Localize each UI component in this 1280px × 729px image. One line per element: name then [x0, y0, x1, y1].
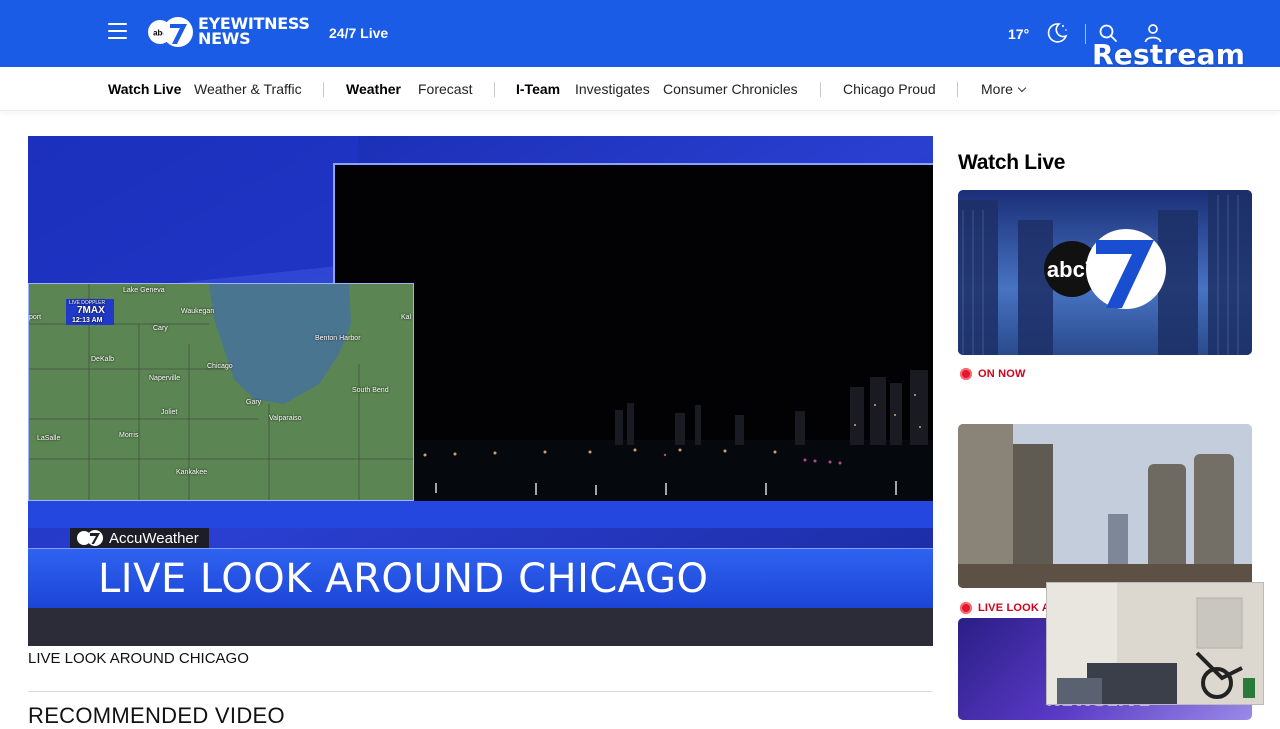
map-place: Kal	[401, 314, 412, 321]
map-place: Chicago	[207, 363, 233, 370]
doppler-radar-map: LIVE DOPPLER 7MAX 12:13 AM Lake Geneva W…	[28, 283, 414, 501]
webcam-feed-image	[1047, 583, 1263, 704]
map-place: Benton Harbor	[315, 335, 361, 342]
nav-weather[interactable]: Weather	[346, 81, 401, 97]
skyline-image	[335, 165, 933, 501]
temperature[interactable]: 17°	[1008, 26, 1029, 42]
sidebar-title: Watch Live	[958, 151, 1066, 174]
marina-towers-thumbnail	[958, 424, 1252, 588]
chicago-skyline-camera	[333, 163, 933, 501]
webcam-overlay	[1046, 582, 1264, 705]
nav-chicago-proud[interactable]: Chicago Proud	[843, 81, 936, 97]
section-nav: Watch Live Weather & Traffic Weather For…	[0, 67, 1280, 111]
recommended-video-heading: RECOMMENDED VIDEO	[28, 703, 285, 728]
map-place: Joliet	[161, 409, 178, 416]
live-look-card[interactable]	[958, 424, 1252, 588]
logo-wordmark: EYEWITNESS NEWS	[198, 16, 310, 48]
header-divider	[1085, 24, 1086, 44]
on-now-badge: ON NOW	[960, 368, 1026, 380]
map-place: Kankakee	[176, 469, 208, 476]
map-place: DeKalb	[91, 356, 114, 363]
top-header: abc EYEWITNESS NEWS 24/7 Live 17° Restre…	[0, 0, 1280, 71]
chevron-down-icon	[1017, 83, 1027, 93]
on-now-label: ON NOW	[978, 368, 1026, 380]
nav-watch-live[interactable]: Watch Live	[108, 81, 181, 97]
nav-separator	[957, 82, 958, 97]
nav-separator	[820, 82, 821, 97]
menu-icon[interactable]	[108, 23, 127, 41]
map-place: South Bend	[352, 387, 389, 394]
live-look-badge: LIVE LOOK A	[960, 602, 1050, 614]
map-place: Valparaiso	[269, 415, 302, 422]
player-controls-bar[interactable]	[28, 608, 933, 646]
map-place: Cary	[153, 325, 168, 332]
nav-i-team[interactable]: I-Team	[516, 81, 560, 97]
abc7-logo-icon: abc	[148, 17, 193, 47]
nav-separator	[323, 82, 324, 97]
map-place: Naperville	[149, 375, 181, 382]
live-dot-icon	[960, 368, 972, 380]
map-place: Lake Geneva	[123, 287, 165, 294]
logo-line-2: NEWS	[198, 29, 251, 48]
moon-cloud-icon[interactable]	[1045, 21, 1069, 45]
radar-brand: 7MAX	[77, 305, 105, 316]
live-dot-icon	[960, 602, 972, 614]
live-stream-card[interactable]: abc7	[958, 190, 1252, 355]
video-player[interactable]: LIVE DOPPLER 7MAX 12:13 AM Lake Geneva W…	[28, 136, 933, 646]
nav-separator	[494, 82, 495, 97]
nav-weather-traffic[interactable]: Weather & Traffic	[194, 81, 302, 97]
live-247-link[interactable]: 24/7 Live	[329, 25, 388, 41]
headline-lower-third: LIVE LOOK AROUND CHICAGO	[28, 548, 933, 608]
map-place: Morris	[119, 432, 139, 439]
headline-text: LIVE LOOK AROUND CHICAGO	[98, 556, 709, 602]
accuweather-label: AccuWeather	[109, 529, 199, 547]
nav-consumer-chronicles[interactable]: Consumer Chronicles	[663, 81, 798, 97]
nav-more-label: More	[981, 81, 1013, 97]
radar-time: 12:13 AM	[72, 317, 103, 324]
station-logo[interactable]: abc EYEWITNESS NEWS	[146, 14, 310, 52]
section-divider	[28, 691, 933, 692]
abc7-small-logo-icon	[77, 530, 103, 546]
map-place: port	[29, 314, 42, 321]
abc7-stream-thumbnail: abc7	[958, 190, 1252, 355]
map-place: LaSalle	[37, 435, 61, 442]
map-place: Waukegan	[181, 308, 215, 315]
accuweather-tag: AccuWeather	[70, 528, 209, 548]
video-caption: LIVE LOOK AROUND CHICAGO	[28, 650, 249, 667]
nav-investigates[interactable]: Investigates	[575, 81, 650, 97]
live-look-label: LIVE LOOK A	[978, 602, 1051, 614]
nav-more[interactable]: More	[981, 81, 1027, 97]
map-place: Gary	[246, 399, 262, 406]
nav-forecast[interactable]: Forecast	[418, 81, 472, 97]
